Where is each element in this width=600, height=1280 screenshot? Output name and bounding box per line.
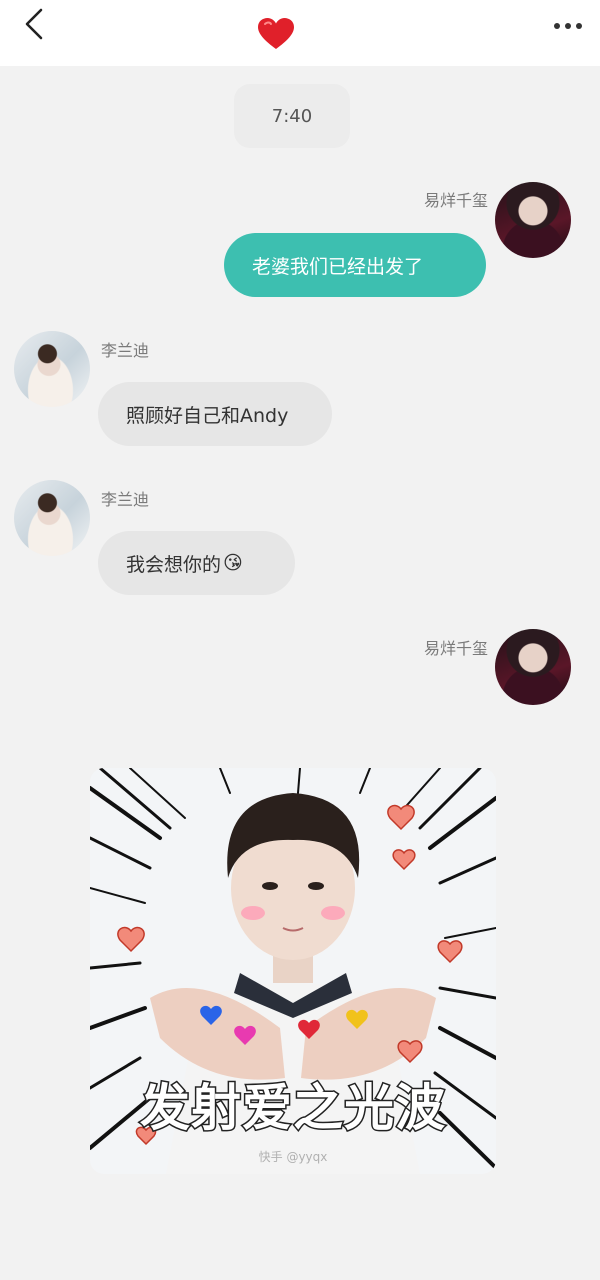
sticker-caption: 发射爱之光波 (139, 1078, 447, 1139)
timestamp: 7:40 (234, 84, 350, 148)
back-button[interactable] (14, 6, 54, 46)
sender-name: 李兰迪 (101, 341, 150, 360)
message-bubble[interactable]: 老婆我们已经出发了 (224, 233, 486, 297)
message-text: 照顾好自己和Andy (126, 404, 289, 427)
chevron-left-icon (23, 7, 45, 45)
heart-icon (256, 14, 296, 54)
sticker-image[interactable]: 发射爱之光波 快手 @yyqx (90, 768, 496, 1174)
message-bubble[interactable]: 我会想你的 😘 (98, 531, 295, 595)
message-text: 老婆我们已经出发了 (252, 255, 424, 278)
sender-name: 李兰迪 (101, 490, 150, 509)
message-text: 我会想你的 (126, 553, 222, 576)
more-horizontal-icon (553, 15, 583, 34)
avatar[interactable] (14, 331, 90, 407)
sender-name: 易烊千玺 (423, 191, 488, 210)
avatar[interactable] (495, 629, 571, 705)
sticker-watermark: 快手 @yyqx (258, 1150, 328, 1164)
message-bubble[interactable]: 照顾好自己和Andy (98, 382, 332, 446)
kissing-face-emoji: 😘 (223, 552, 243, 574)
avatar[interactable] (14, 480, 90, 556)
sender-name: 易烊千玺 (423, 639, 488, 658)
more-button[interactable] (548, 6, 588, 42)
top-bar (0, 0, 600, 66)
avatar[interactable] (495, 182, 571, 258)
